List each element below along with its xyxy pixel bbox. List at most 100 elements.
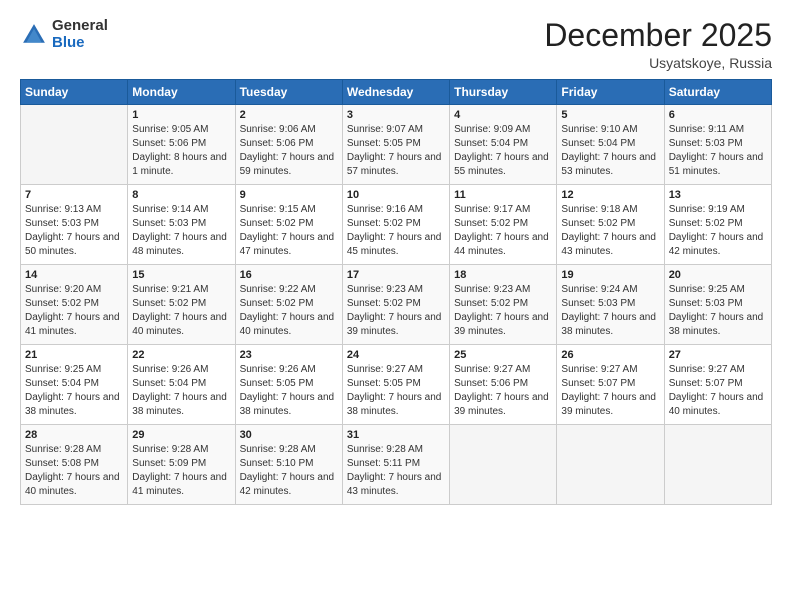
day-number: 20 — [669, 269, 767, 281]
day-info: Sunrise: 9:24 AMSunset: 5:03 PMDaylight:… — [561, 283, 659, 339]
day-info: Sunrise: 9:27 AMSunset: 5:07 PMDaylight:… — [669, 363, 767, 419]
day-info: Sunrise: 9:26 AMSunset: 5:04 PMDaylight:… — [132, 363, 230, 419]
day-cell: 25 Sunrise: 9:27 AMSunset: 5:06 PMDayligh… — [450, 345, 557, 425]
day-info: Sunrise: 9:06 AMSunset: 5:06 PMDaylight:… — [240, 123, 338, 179]
day-info: Sunrise: 9:28 AMSunset: 5:09 PMDaylight:… — [132, 443, 230, 499]
day-number: 10 — [347, 189, 445, 201]
day-cell: 1 Sunrise: 9:05 AMSunset: 5:06 PMDaylight… — [128, 105, 235, 185]
col-header-tuesday: Tuesday — [235, 80, 342, 105]
col-header-wednesday: Wednesday — [342, 80, 449, 105]
day-number: 13 — [669, 189, 767, 201]
col-header-monday: Monday — [128, 80, 235, 105]
day-number: 30 — [240, 429, 338, 441]
day-info: Sunrise: 9:27 AMSunset: 5:06 PMDaylight:… — [454, 363, 552, 419]
day-number: 28 — [25, 429, 123, 441]
calendar-table: SundayMondayTuesdayWednesdayThursdayFrid… — [20, 79, 772, 505]
page: General Blue December 2025 Usyatskoye, R… — [0, 0, 792, 612]
day-info: Sunrise: 9:13 AMSunset: 5:03 PMDaylight:… — [25, 203, 123, 259]
day-cell: 27 Sunrise: 9:27 AMSunset: 5:07 PMDayligh… — [664, 345, 771, 425]
day-number: 29 — [132, 429, 230, 441]
logo-blue-text: Blue — [52, 35, 108, 52]
day-cell — [664, 425, 771, 505]
month-title: December 2025 — [544, 18, 772, 53]
day-cell: 30 Sunrise: 9:28 AMSunset: 5:10 PMDayligh… — [235, 425, 342, 505]
day-number: 9 — [240, 189, 338, 201]
day-cell — [21, 105, 128, 185]
day-cell: 13Sunrise: 9:19 AMSunset: 5:02 PMDayligh… — [664, 185, 771, 265]
week-row-1: 1 Sunrise: 9:05 AMSunset: 5:06 PMDaylight… — [21, 105, 772, 185]
day-number: 17 — [347, 269, 445, 281]
day-number: 6 — [669, 109, 767, 121]
day-number: 15 — [132, 269, 230, 281]
logo-general-text: General — [52, 18, 108, 35]
day-info: Sunrise: 9:28 AMSunset: 5:11 PMDaylight:… — [347, 443, 445, 499]
day-cell: 14 Sunrise: 9:20 AMSunset: 5:02 PMDayligh… — [21, 265, 128, 345]
day-info: Sunrise: 9:14 AMSunset: 5:03 PMDaylight:… — [132, 203, 230, 259]
day-cell: 18Sunrise: 9:23 AMSunset: 5:02 PMDayligh… — [450, 265, 557, 345]
day-number: 2 — [240, 109, 338, 121]
day-cell: 31 Sunrise: 9:28 AMSunset: 5:11 PMDayligh… — [342, 425, 449, 505]
day-number: 27 — [669, 349, 767, 361]
day-cell — [557, 425, 664, 505]
day-info: Sunrise: 9:27 AMSunset: 5:05 PMDaylight:… — [347, 363, 445, 419]
day-cell: 26 Sunrise: 9:27 AMSunset: 5:07 PMDayligh… — [557, 345, 664, 425]
day-number: 3 — [347, 109, 445, 121]
day-info: Sunrise: 9:10 AMSunset: 5:04 PMDaylight:… — [561, 123, 659, 179]
week-row-2: 7 Sunrise: 9:13 AMSunset: 5:03 PMDaylight… — [21, 185, 772, 265]
day-cell: 3 Sunrise: 9:07 AMSunset: 5:05 PMDaylight… — [342, 105, 449, 185]
day-info: Sunrise: 9:21 AMSunset: 5:02 PMDaylight:… — [132, 283, 230, 339]
col-header-friday: Friday — [557, 80, 664, 105]
day-info: Sunrise: 9:05 AMSunset: 5:06 PMDaylight:… — [132, 123, 230, 179]
day-cell: 12Sunrise: 9:18 AMSunset: 5:02 PMDayligh… — [557, 185, 664, 265]
day-number: 7 — [25, 189, 123, 201]
logo-text: General Blue — [52, 18, 108, 51]
day-cell: 22Sunrise: 9:26 AMSunset: 5:04 PMDayligh… — [128, 345, 235, 425]
day-number: 23 — [240, 349, 338, 361]
day-cell: 9Sunrise: 9:15 AMSunset: 5:02 PMDaylight… — [235, 185, 342, 265]
day-number: 21 — [25, 349, 123, 361]
col-header-saturday: Saturday — [664, 80, 771, 105]
col-header-thursday: Thursday — [450, 80, 557, 105]
header-row: SundayMondayTuesdayWednesdayThursdayFrid… — [21, 80, 772, 105]
logo-icon — [20, 21, 48, 49]
day-cell: 23Sunrise: 9:26 AMSunset: 5:05 PMDayligh… — [235, 345, 342, 425]
day-cell: 19 Sunrise: 9:24 AMSunset: 5:03 PMDayligh… — [557, 265, 664, 345]
day-number: 11 — [454, 189, 552, 201]
day-number: 31 — [347, 429, 445, 441]
location: Usyatskoye, Russia — [544, 55, 772, 71]
day-info: Sunrise: 9:22 AMSunset: 5:02 PMDaylight:… — [240, 283, 338, 339]
day-number: 26 — [561, 349, 659, 361]
day-info: Sunrise: 9:20 AMSunset: 5:02 PMDaylight:… — [25, 283, 123, 339]
day-cell: 28 Sunrise: 9:28 AMSunset: 5:08 PMDayligh… — [21, 425, 128, 505]
day-info: Sunrise: 9:27 AMSunset: 5:07 PMDaylight:… — [561, 363, 659, 419]
day-info: Sunrise: 9:07 AMSunset: 5:05 PMDaylight:… — [347, 123, 445, 179]
title-block: December 2025 Usyatskoye, Russia — [544, 18, 772, 71]
day-cell: 17 Sunrise: 9:23 AMSunset: 5:02 PMDayligh… — [342, 265, 449, 345]
day-number: 4 — [454, 109, 552, 121]
day-cell: 24Sunrise: 9:27 AMSunset: 5:05 PMDayligh… — [342, 345, 449, 425]
day-cell: 20Sunrise: 9:25 AMSunset: 5:03 PMDayligh… — [664, 265, 771, 345]
day-cell: 16 Sunrise: 9:22 AMSunset: 5:02 PMDayligh… — [235, 265, 342, 345]
day-cell: 6Sunrise: 9:11 AMSunset: 5:03 PMDaylight… — [664, 105, 771, 185]
day-number: 1 — [132, 109, 230, 121]
week-row-5: 28 Sunrise: 9:28 AMSunset: 5:08 PMDayligh… — [21, 425, 772, 505]
day-info: Sunrise: 9:09 AMSunset: 5:04 PMDaylight:… — [454, 123, 552, 179]
day-info: Sunrise: 9:16 AMSunset: 5:02 PMDaylight:… — [347, 203, 445, 259]
day-cell: 4 Sunrise: 9:09 AMSunset: 5:04 PMDaylight… — [450, 105, 557, 185]
day-cell: 8 Sunrise: 9:14 AMSunset: 5:03 PMDaylight… — [128, 185, 235, 265]
day-info: Sunrise: 9:23 AMSunset: 5:02 PMDaylight:… — [347, 283, 445, 339]
day-number: 25 — [454, 349, 552, 361]
day-number: 14 — [25, 269, 123, 281]
day-info: Sunrise: 9:28 AMSunset: 5:08 PMDaylight:… — [25, 443, 123, 499]
day-number: 16 — [240, 269, 338, 281]
day-info: Sunrise: 9:23 AMSunset: 5:02 PMDaylight:… — [454, 283, 552, 339]
day-cell: 2 Sunrise: 9:06 AMSunset: 5:06 PMDaylight… — [235, 105, 342, 185]
day-info: Sunrise: 9:25 AMSunset: 5:04 PMDaylight:… — [25, 363, 123, 419]
day-info: Sunrise: 9:28 AMSunset: 5:10 PMDaylight:… — [240, 443, 338, 499]
day-number: 8 — [132, 189, 230, 201]
day-cell: 21 Sunrise: 9:25 AMSunset: 5:04 PMDayligh… — [21, 345, 128, 425]
day-cell: 10 Sunrise: 9:16 AMSunset: 5:02 PMDayligh… — [342, 185, 449, 265]
week-row-4: 21 Sunrise: 9:25 AMSunset: 5:04 PMDayligh… — [21, 345, 772, 425]
logo: General Blue — [20, 18, 108, 51]
day-number: 19 — [561, 269, 659, 281]
